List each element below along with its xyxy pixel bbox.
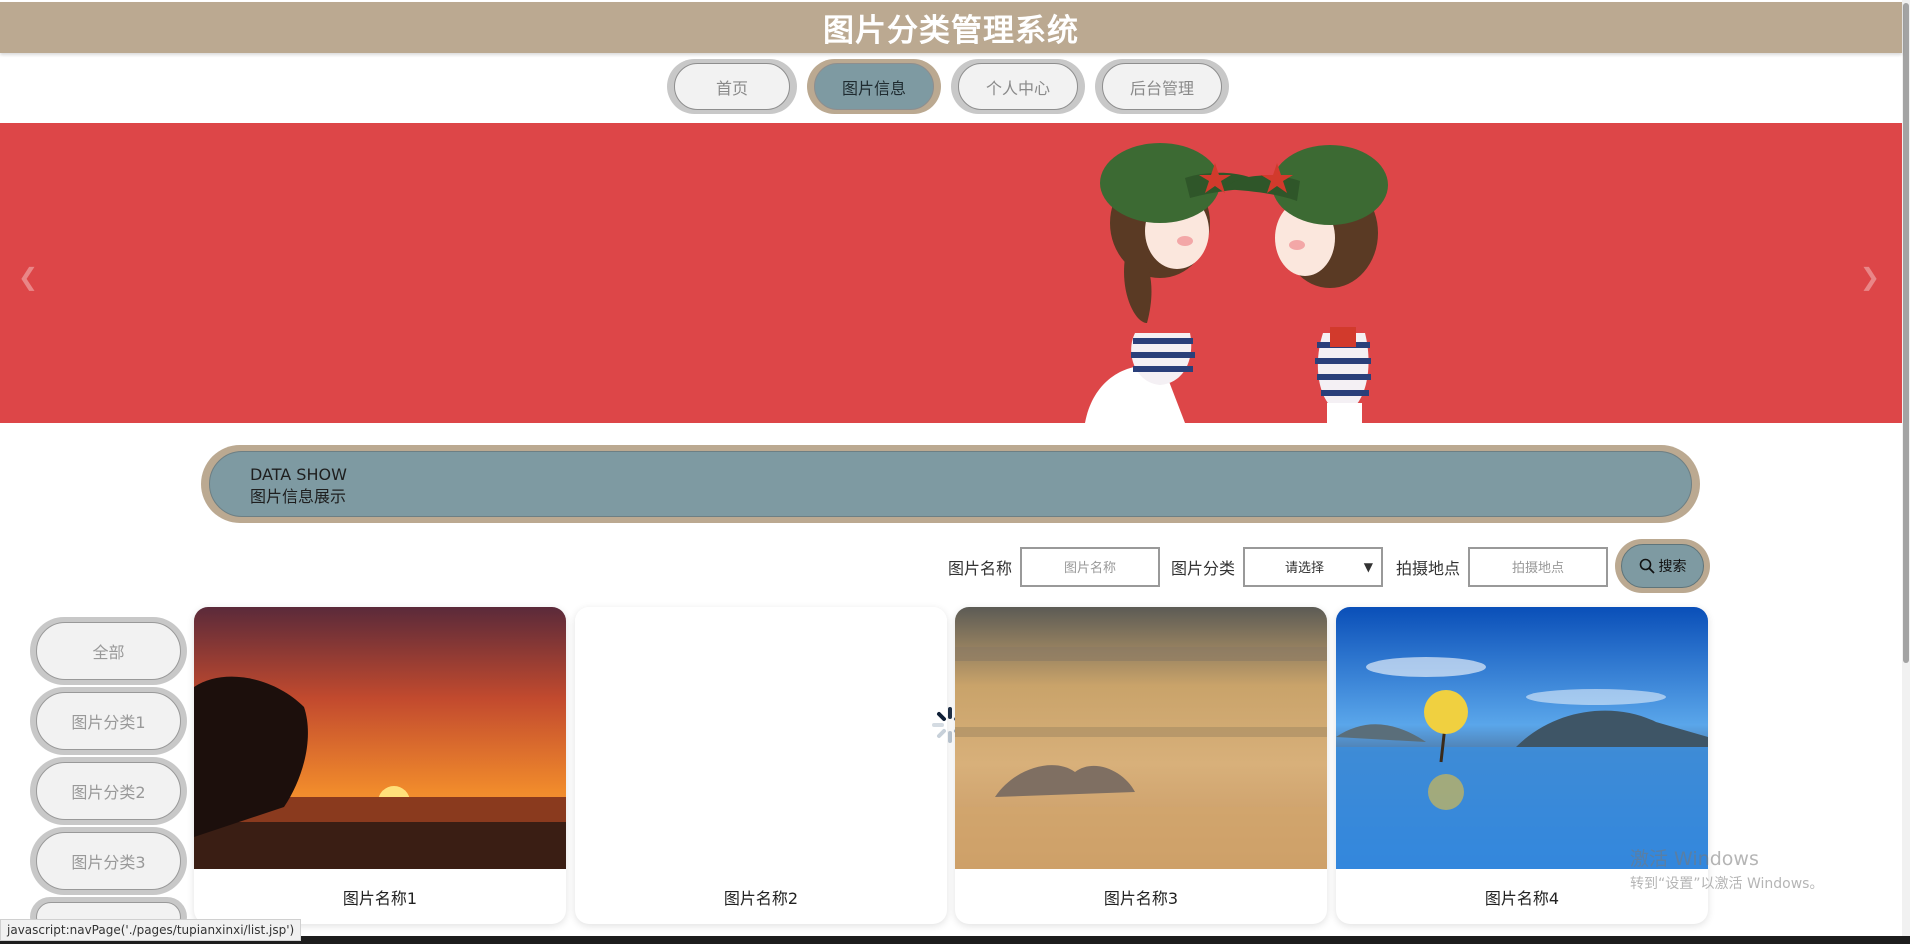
category-item-2[interactable]: 图片分类2	[30, 757, 187, 825]
category-item-label[interactable]: 图片分类3	[36, 832, 181, 890]
watermark-line-2: 转到“设置”以激活 Windows。	[1630, 876, 1824, 892]
card-image	[955, 607, 1327, 869]
search-button-inner[interactable]: 搜索	[1621, 544, 1704, 588]
category-item-label[interactable]: 图片分类2	[36, 762, 181, 820]
page-scrollbar[interactable]	[1902, 0, 1910, 944]
category-select[interactable]: 请选择 ▼	[1243, 546, 1384, 587]
site-title: 图片分类管理系统	[823, 13, 1079, 49]
image-category-label: 图片分类	[1171, 558, 1236, 578]
banner-carousel[interactable]: ❮ ❯	[0, 123, 1902, 423]
nav-item-personal-center[interactable]: 个人中心	[951, 59, 1085, 114]
scrollbar-thumb[interactable]	[1903, 3, 1909, 663]
card-image-placeholder	[575, 607, 947, 869]
image-name-label: 图片名称	[948, 558, 1013, 578]
image-card[interactable]: 图片名称1	[194, 607, 566, 924]
search-button-label: 搜索	[1658, 559, 1687, 575]
section-title-cn: 图片信息展示	[250, 487, 347, 506]
nav-item-label[interactable]: 个人中心	[958, 63, 1078, 110]
location-input[interactable]: 拍摄地点	[1468, 546, 1609, 587]
nav-item-label[interactable]: 首页	[674, 63, 790, 110]
image-name-input[interactable]: 图片名称	[1020, 546, 1161, 587]
category-item-label[interactable]: 图片分类1	[36, 692, 181, 750]
chevron-left-icon[interactable]: ❮	[18, 263, 38, 291]
card-title[interactable]: 图片名称3	[955, 869, 1327, 924]
search-location-group: 拍摄地点 拍摄地点	[1396, 540, 1609, 593]
category-item-label[interactable]: 全部	[36, 622, 181, 680]
chevron-down-icon: ▼	[1363, 559, 1374, 574]
image-card[interactable]: 图片名称3	[955, 607, 1327, 924]
main-nav: 首页 图片信息 个人中心 后台管理	[667, 59, 1229, 114]
nav-item-admin[interactable]: 后台管理	[1095, 59, 1229, 114]
card-title[interactable]: 图片名称1	[194, 869, 566, 924]
nav-item-image-info[interactable]: 图片信息	[807, 59, 941, 114]
search-name-group: 图片名称 图片名称	[948, 540, 1161, 593]
banner-illustration	[1085, 143, 1388, 423]
category-item-1[interactable]: 图片分类1	[30, 687, 187, 755]
search-category-group: 图片分类 请选择 ▼	[1171, 540, 1384, 593]
category-item-all[interactable]: 全部	[30, 617, 187, 685]
section-title-en: DATA SHOW	[250, 465, 347, 484]
watermark-line-1: 激活 Windows	[1630, 848, 1759, 870]
category-select-value: 请选择	[1285, 561, 1325, 576]
nav-item-label[interactable]: 图片信息	[814, 63, 934, 110]
nav-item-label[interactable]: 后台管理	[1102, 63, 1222, 110]
category-item-3[interactable]: 图片分类3	[30, 827, 187, 895]
windows-activation-watermark: 激活 Windows 转到“设置”以激活 Windows。	[1630, 844, 1823, 893]
nav-item-home[interactable]: 首页	[667, 59, 797, 114]
card-image	[1336, 607, 1708, 869]
browser-status-bar: javascript:navPage('./pages/tupianxinxi/…	[0, 919, 302, 941]
search-icon	[1639, 558, 1655, 574]
image-card[interactable]: 图片名称2	[575, 607, 947, 924]
section-header: DATA SHOW 图片信息展示	[201, 445, 1700, 523]
section-header-inner: DATA SHOW 图片信息展示	[209, 451, 1692, 517]
search-button[interactable]: 搜索	[1615, 539, 1710, 593]
chevron-right-icon[interactable]: ❯	[1860, 263, 1880, 291]
location-label: 拍摄地点	[1396, 558, 1461, 578]
card-title[interactable]: 图片名称2	[575, 869, 947, 924]
header-bar: 图片分类管理系统	[0, 2, 1902, 53]
card-image	[194, 607, 566, 869]
